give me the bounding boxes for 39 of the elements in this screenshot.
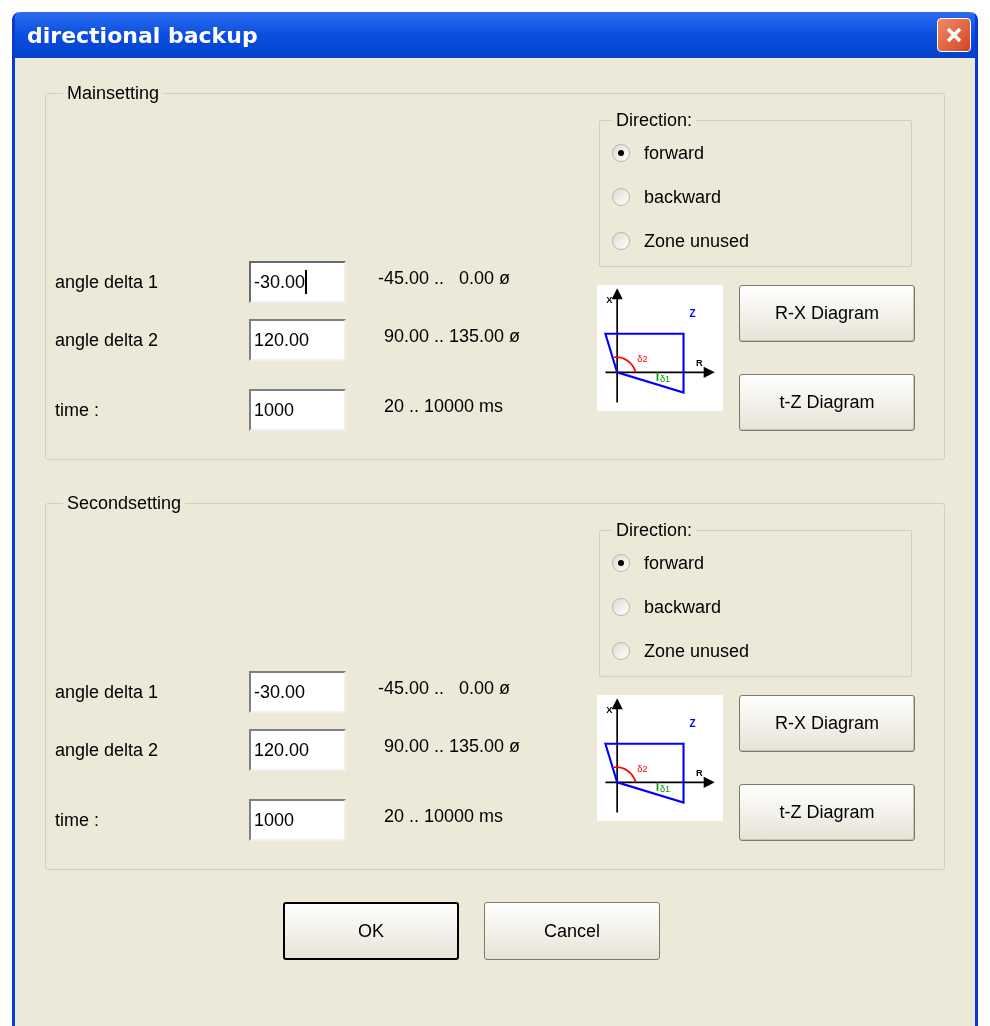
rx-diagram-drawing: X R Z δ2 δ1 (597, 285, 723, 411)
field-label: angle delta 1 (55, 681, 160, 704)
input-field[interactable]: -30.00 (249, 671, 346, 713)
dialog-button[interactable]: OK (283, 902, 459, 960)
radio-option[interactable]: forward (612, 140, 899, 166)
field-label: angle delta 2 (55, 739, 160, 762)
range-text: 90.00 .. 135.00 ø (384, 325, 521, 348)
direction-title: Direction: (615, 109, 694, 132)
diagram-button[interactable]: R-X Diagram (739, 695, 915, 752)
input-field[interactable]: 1000 (249, 389, 346, 431)
group-title: Mainsetting (66, 82, 161, 105)
input-field[interactable]: 120.00 (249, 319, 346, 361)
close-button[interactable] (937, 18, 971, 52)
radio-option[interactable]: backward (612, 184, 899, 210)
range-text: -45.00 .. 0.00 ø (378, 677, 511, 700)
diagram-button[interactable]: t-Z Diagram (739, 784, 915, 841)
close-icon (945, 26, 963, 44)
diagram-button[interactable]: t-Z Diagram (739, 374, 915, 431)
range-text: -45.00 .. 0.00 ø (378, 267, 511, 290)
range-text: 90.00 .. 135.00 ø (384, 735, 521, 758)
range-text: 20 .. 10000 ms (384, 805, 504, 828)
radio-option[interactable]: Zone unused (612, 228, 899, 254)
field-label: angle delta 2 (55, 329, 160, 352)
window-title: directional backup (27, 21, 258, 50)
field-label: time : (55, 399, 100, 422)
field-label: angle delta 1 (55, 271, 160, 294)
diagram-button[interactable]: R-X Diagram (739, 285, 915, 342)
range-text: 20 .. 10000 ms (384, 395, 504, 418)
input-field[interactable]: 1000 (249, 799, 346, 841)
input-field[interactable]: -30.00 (249, 261, 346, 303)
direction-title: Direction: (615, 519, 694, 542)
dialog-button[interactable]: Cancel (484, 902, 660, 960)
field-label: time : (55, 809, 100, 832)
group-title: Secondsetting (66, 492, 183, 515)
radio-option[interactable]: backward (612, 594, 899, 620)
radio-option[interactable]: Zone unused (612, 638, 899, 664)
input-field[interactable]: 120.00 (249, 729, 346, 771)
rx-diagram-drawing: X R Z δ2 δ1 (597, 695, 723, 821)
radio-option[interactable]: forward (612, 550, 899, 576)
